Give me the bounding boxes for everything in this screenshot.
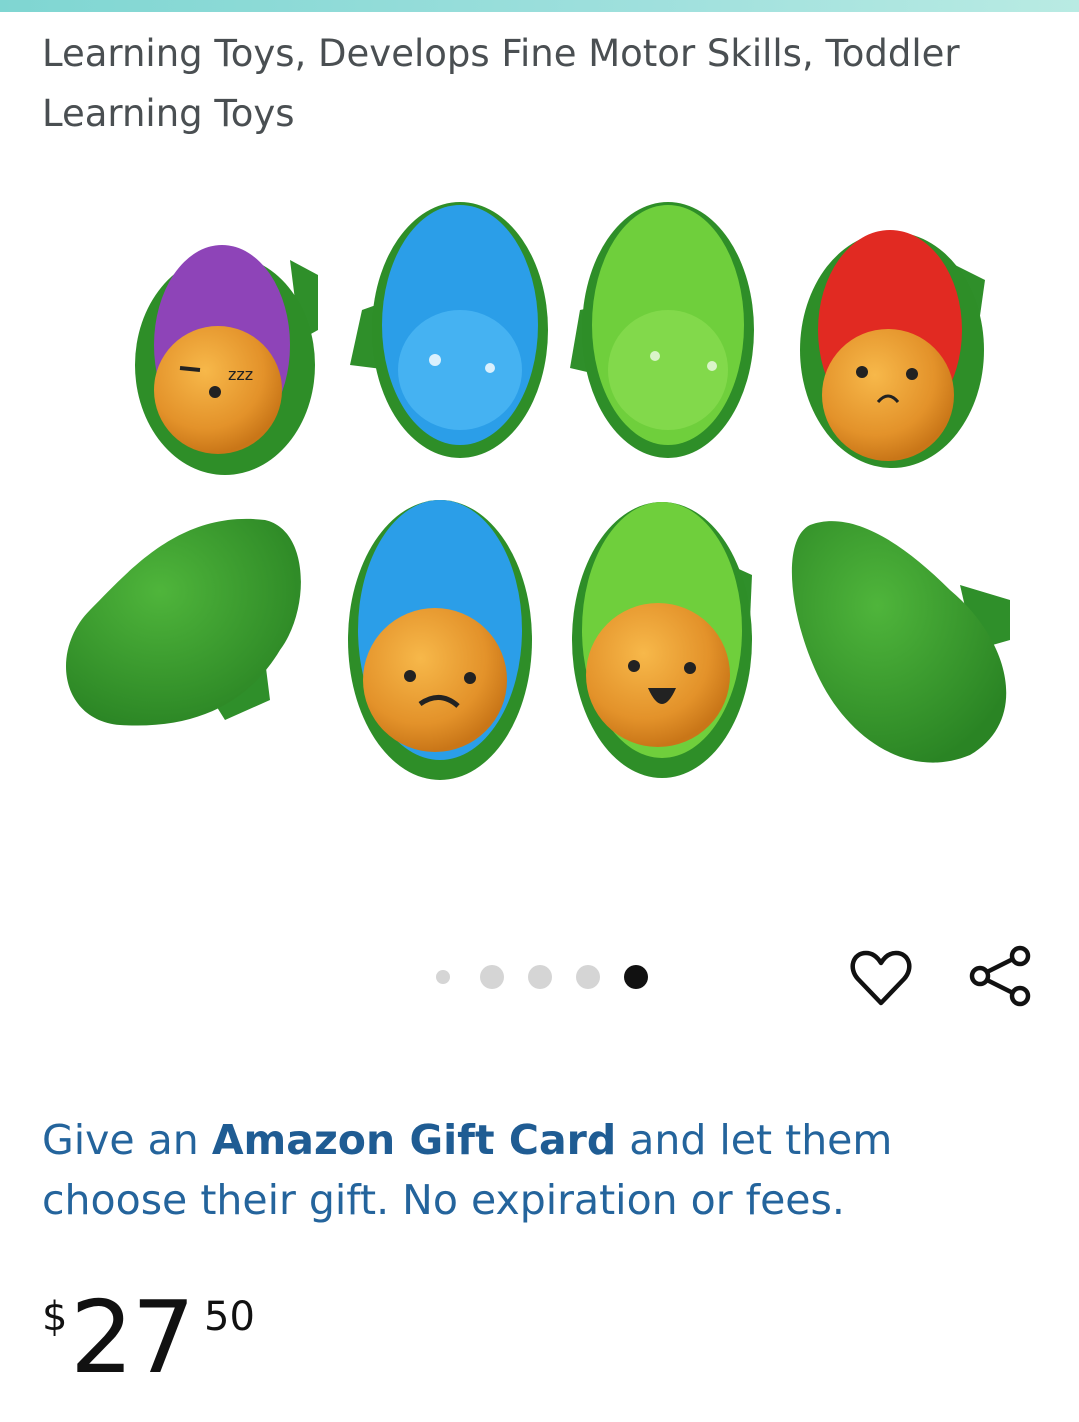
pagination-dot-active[interactable]: [624, 965, 648, 989]
avocado-whole-left: [66, 518, 301, 726]
pagination-dot[interactable]: [576, 965, 600, 989]
price-whole: 27: [70, 1279, 195, 1396]
product-image[interactable]: zzz: [0, 180, 1079, 840]
product-title: Learning Toys, Develops Fine Motor Skill…: [42, 24, 1042, 144]
share-button[interactable]: [966, 942, 1034, 1010]
product-image-gallery[interactable]: zzz: [0, 180, 1079, 840]
pagination-dot[interactable]: [436, 970, 450, 984]
avocado-green-empty: [570, 202, 754, 458]
image-pagination-dots: [0, 962, 1079, 992]
product-title-line-2: Learning Toys: [42, 92, 295, 135]
share-icon: [969, 945, 1031, 1007]
avocado-red-angry: [800, 230, 985, 468]
product-title-line-1: Learning Toys, Develops Fine Motor Skill…: [42, 32, 960, 75]
price-fraction: 50: [204, 1294, 255, 1340]
pagination-dot[interactable]: [480, 965, 504, 989]
promo-prefix: Give an: [42, 1116, 212, 1164]
pagination-dot[interactable]: [528, 965, 552, 989]
avocado-blue-grumpy: [348, 500, 532, 780]
promo-highlight: Amazon Gift Card: [211, 1116, 617, 1164]
gift-card-promo-link[interactable]: Give an Amazon Gift Card and let them ch…: [42, 1110, 1042, 1230]
price-currency-symbol: $: [42, 1294, 68, 1340]
avocado-blue-empty: [350, 202, 548, 458]
avocado-purple-sleepy: zzz: [135, 245, 318, 475]
top-accent-bar: [0, 0, 1079, 12]
add-to-wishlist-button[interactable]: [847, 944, 915, 1012]
heart-icon: [850, 950, 912, 1006]
avocado-green-happy: [572, 502, 752, 778]
avocado-whole-right: [791, 521, 1010, 763]
svg-text:zzz: zzz: [228, 365, 253, 384]
